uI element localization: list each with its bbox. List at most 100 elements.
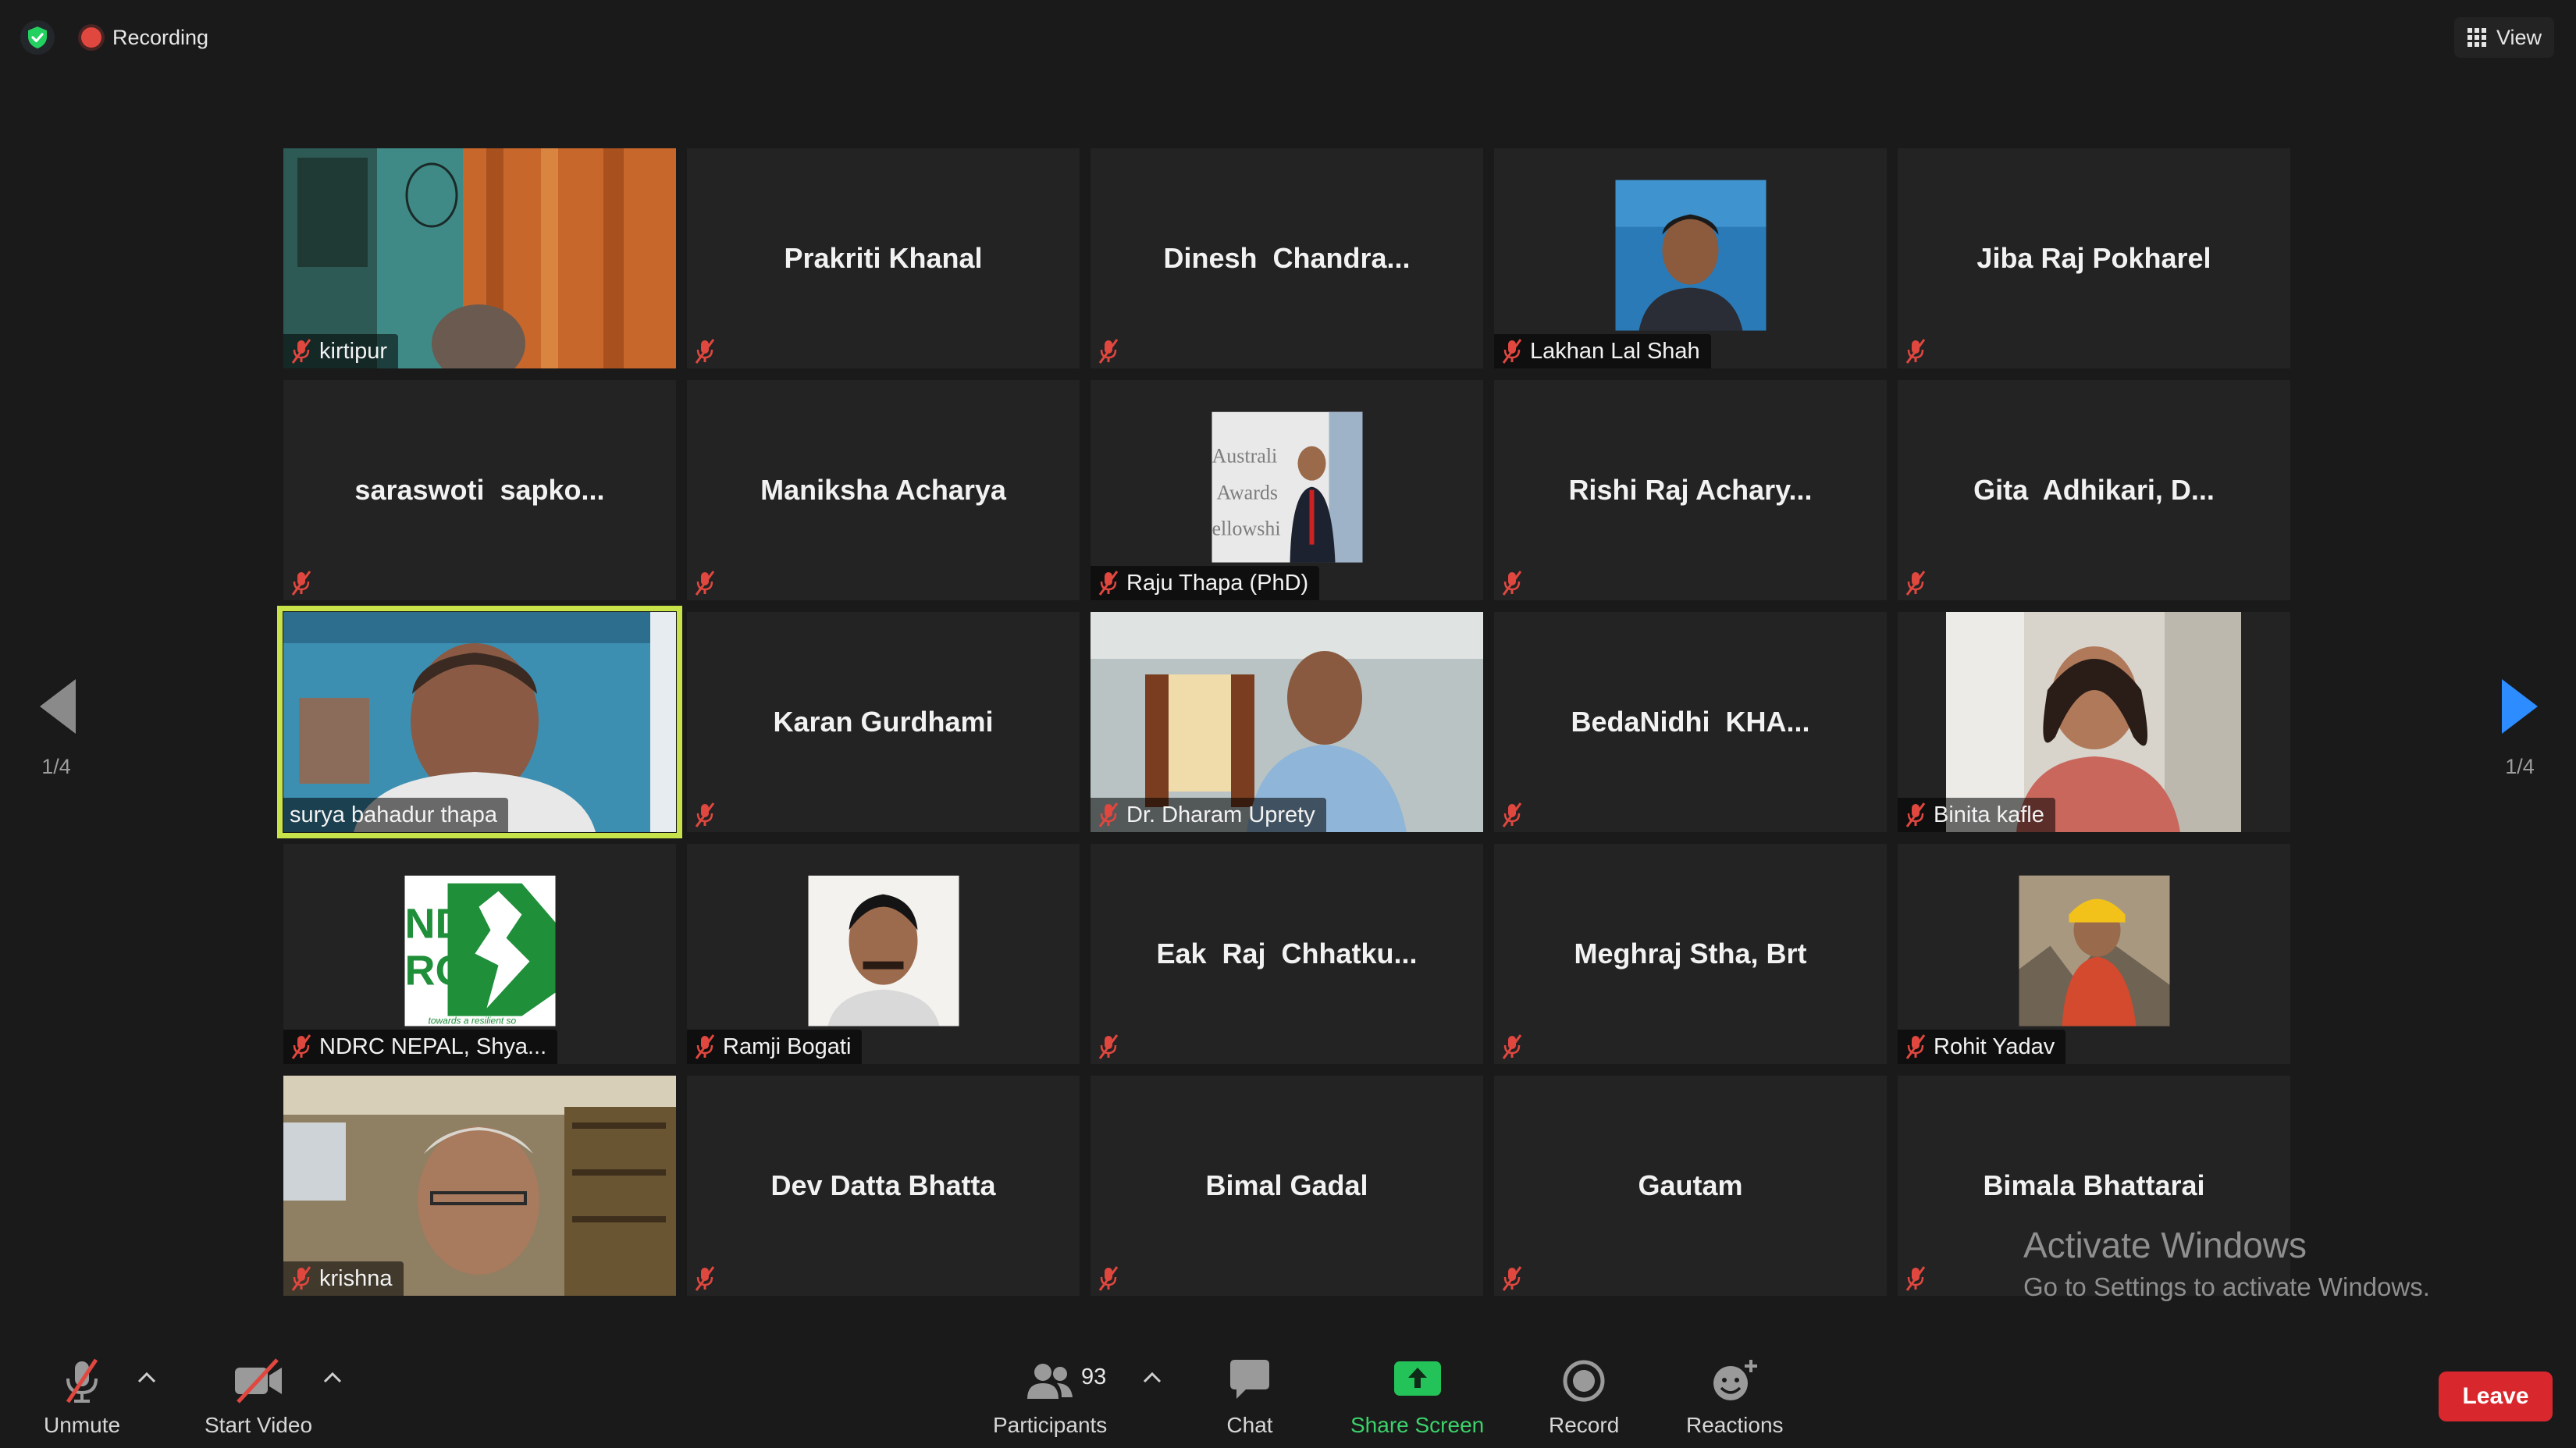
participants-label: Participants <box>993 1413 1108 1437</box>
muted-mic-icon <box>291 1034 311 1059</box>
participant-tile[interactable]: Bimal Gadal <box>1091 1076 1483 1296</box>
participant-nameplate <box>1494 566 1535 600</box>
participant-tile[interactable]: Meghraj Stha, Brt <box>1494 844 1887 1064</box>
participant-tile[interactable]: Rohit Yadav <box>1898 844 2290 1064</box>
participant-tile[interactable]: Maniksha Acharya <box>687 380 1080 600</box>
muted-mic-icon <box>1502 571 1522 596</box>
participant-tile[interactable]: Dev Datta Bhatta <box>687 1076 1080 1296</box>
participant-tile[interactable]: Dr. Dharam Uprety <box>1091 612 1483 832</box>
participant-nameplate <box>1898 566 1938 600</box>
unmute-button[interactable]: Unmute <box>44 1357 120 1438</box>
participant-nameplate <box>687 1261 728 1296</box>
muted-mic-icon <box>1098 1034 1119 1059</box>
muted-mic-icon <box>695 339 715 364</box>
participant-name: NDRC NEPAL, Shya... <box>319 1034 547 1059</box>
participant-nameplate <box>1494 1030 1535 1064</box>
participant-tile[interactable]: Binita kafle <box>1898 612 2290 832</box>
reactions-label: Reactions <box>1686 1413 1784 1437</box>
participant-tile[interactable]: Eak Raj Chhatku... <box>1091 844 1483 1064</box>
participant-tile[interactable]: BedaNidhi KHA... <box>1494 612 1887 832</box>
arrow-left-icon <box>40 679 76 734</box>
record-icon <box>1563 1360 1605 1402</box>
participant-photo <box>2019 875 2169 1026</box>
share-screen-icon <box>1393 1361 1441 1396</box>
muted-mic-icon <box>1905 571 1926 596</box>
participant-name: Raju Thapa (PhD) <box>1126 570 1309 596</box>
participant-name: krishna <box>319 1265 393 1291</box>
participant-tile-active-speaker[interactable]: surya bahadur thapa <box>277 606 682 838</box>
record-button[interactable]: Record <box>1549 1357 1619 1438</box>
recording-dot-icon <box>81 27 101 48</box>
leave-button[interactable]: Leave <box>2439 1372 2553 1421</box>
participant-name: kirtipur <box>319 338 388 364</box>
participant-name-large: Rishi Raj Achary... <box>1568 474 1813 506</box>
participant-tile[interactable]: krishna <box>283 1076 676 1296</box>
participant-tile[interactable]: Australi Awards ellowshi Raju Thapa (PhD… <box>1091 380 1483 600</box>
participant-name: surya bahadur thapa <box>290 802 498 827</box>
photo-text-line: Awards <box>1216 482 1277 504</box>
share-screen-label: Share Screen <box>1350 1413 1485 1437</box>
muted-mic-icon <box>291 339 311 364</box>
participant-name-large: Gautam <box>1638 1169 1743 1201</box>
participant-tile[interactable]: ND RC towards a resilient so NDRC NEPAL,… <box>283 844 676 1064</box>
top-bar: Recording View <box>0 0 2576 75</box>
muted-mic-icon <box>1098 571 1119 596</box>
participant-name: Rohit Yadav <box>1934 1034 2055 1059</box>
participant-nameplate <box>1091 1030 1131 1064</box>
security-shield-icon[interactable] <box>20 20 55 55</box>
participant-name-large: Bimal Gadal <box>1205 1169 1368 1201</box>
participant-name-large: Maniksha Acharya <box>760 474 1006 506</box>
participant-nameplate <box>687 334 728 368</box>
participant-tile[interactable]: Prakriti Khanal <box>687 148 1080 368</box>
participant-tile[interactable]: Gita Adhikari, D... <box>1898 380 2290 600</box>
participant-tile[interactable]: Rishi Raj Achary... <box>1494 380 1887 600</box>
participant-photo: ND RC towards a resilient so <box>404 875 555 1026</box>
start-video-button[interactable]: Start Video <box>205 1357 312 1438</box>
participant-nameplate: Lakhan Lal Shah <box>1494 334 1711 368</box>
view-button[interactable]: View <box>2453 17 2554 58</box>
recording-indicator[interactable]: Recording <box>81 20 208 55</box>
next-page-button[interactable]: 1/4 <box>2473 671 2567 779</box>
participant-tile[interactable]: Dinesh Chandra... <box>1091 148 1483 368</box>
participant-name: Lakhan Lal Shah <box>1530 338 1700 364</box>
chat-button[interactable]: Chat <box>1226 1357 1274 1438</box>
reactions-smiley-icon <box>1713 1360 1758 1400</box>
photo-text-line: ND <box>404 901 465 948</box>
muted-mic-icon <box>291 1266 311 1291</box>
participant-nameplate <box>1494 798 1535 832</box>
participant-tile[interactable]: Jiba Raj Pokharel <box>1898 148 2290 368</box>
participant-name: Binita kafle <box>1934 802 2044 827</box>
unmute-label: Unmute <box>44 1413 121 1437</box>
audio-options-caret-icon[interactable] <box>136 1371 158 1385</box>
participant-nameplate <box>1091 1261 1131 1296</box>
previous-page-button[interactable]: 1/4 <box>9 671 103 779</box>
muted-mic-icon <box>66 1358 98 1404</box>
photo-text-line: ellowshi <box>1212 518 1280 540</box>
video-options-caret-icon[interactable] <box>322 1371 343 1385</box>
participant-name-large: Karan Gurdhami <box>773 706 994 738</box>
participant-photo <box>808 875 959 1026</box>
chat-icon <box>1230 1360 1269 1399</box>
participant-tile[interactable]: Ramji Bogati <box>687 844 1080 1064</box>
participant-tile[interactable]: Lakhan Lal Shah <box>1494 148 1887 368</box>
participant-tile[interactable]: Gautam <box>1494 1076 1887 1296</box>
page-indicator-left: 1/4 <box>41 755 71 778</box>
participant-tile[interactable]: saraswoti sapko... <box>283 380 676 600</box>
participant-name-large: Dev Datta Bhatta <box>770 1169 996 1201</box>
view-label: View <box>2496 25 2542 49</box>
share-screen-button[interactable]: Share Screen <box>1350 1357 1484 1438</box>
reactions-button[interactable]: Reactions <box>1686 1357 1784 1438</box>
muted-mic-icon <box>695 571 715 596</box>
participant-nameplate: Binita kafle <box>1898 798 2055 832</box>
participant-nameplate: krishna <box>283 1261 404 1296</box>
participant-name-large: Bimala Bhattarai <box>1983 1169 2205 1201</box>
muted-mic-icon <box>1502 1034 1522 1059</box>
participant-nameplate: Raju Thapa (PhD) <box>1091 566 1320 600</box>
muted-mic-icon <box>695 802 715 827</box>
participant-name-large: Prakriti Khanal <box>784 242 983 274</box>
participant-tile[interactable]: Karan Gurdhami <box>687 612 1080 832</box>
muted-mic-icon <box>695 1034 715 1059</box>
participant-tile[interactable]: kirtipur <box>283 148 676 368</box>
participants-options-caret-icon[interactable] <box>1141 1371 1163 1385</box>
muted-mic-icon <box>1905 802 1926 827</box>
